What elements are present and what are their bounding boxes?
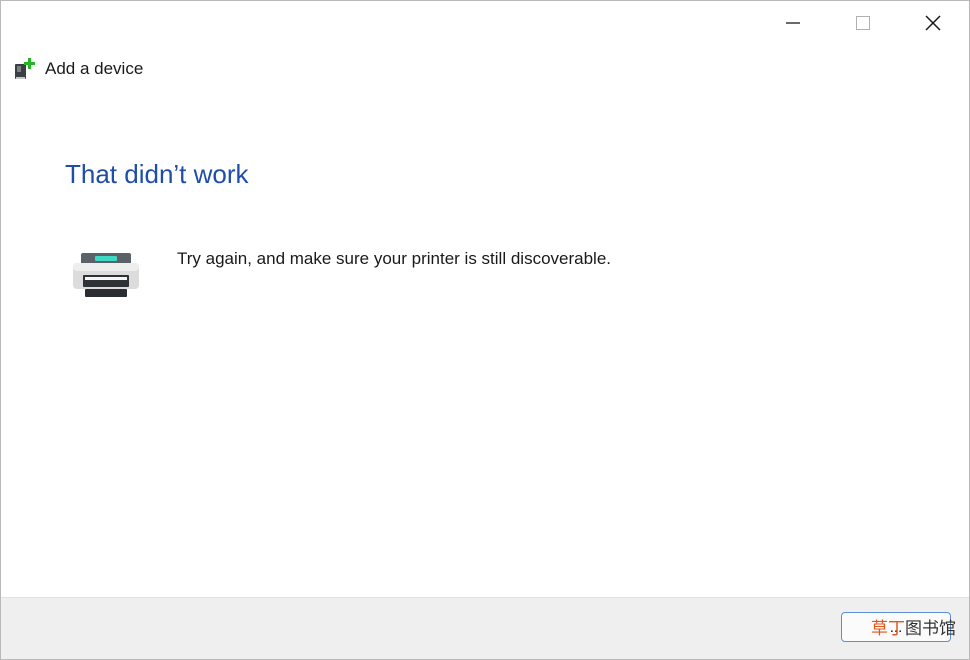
title-bar [1, 1, 969, 45]
close-button[interactable] [901, 1, 965, 45]
window-title: Add a device [45, 59, 144, 78]
dialog-footer: ... [1, 597, 969, 659]
error-message: Try again, and make sure your printer is… [177, 249, 611, 268]
error-headline: That didn’t work [65, 159, 249, 189]
minimize-button[interactable] [761, 1, 825, 45]
add-device-window: Add a device That didn’t work Try again,… [0, 0, 970, 660]
maximize-button[interactable] [831, 1, 895, 45]
minimize-icon [786, 22, 800, 24]
maximize-icon [856, 16, 870, 30]
app-header: Add a device [13, 56, 143, 82]
close-icon [925, 15, 941, 31]
printer-icon [73, 253, 139, 297]
add-device-icon [15, 58, 35, 79]
footer-button[interactable]: ... [841, 612, 951, 642]
